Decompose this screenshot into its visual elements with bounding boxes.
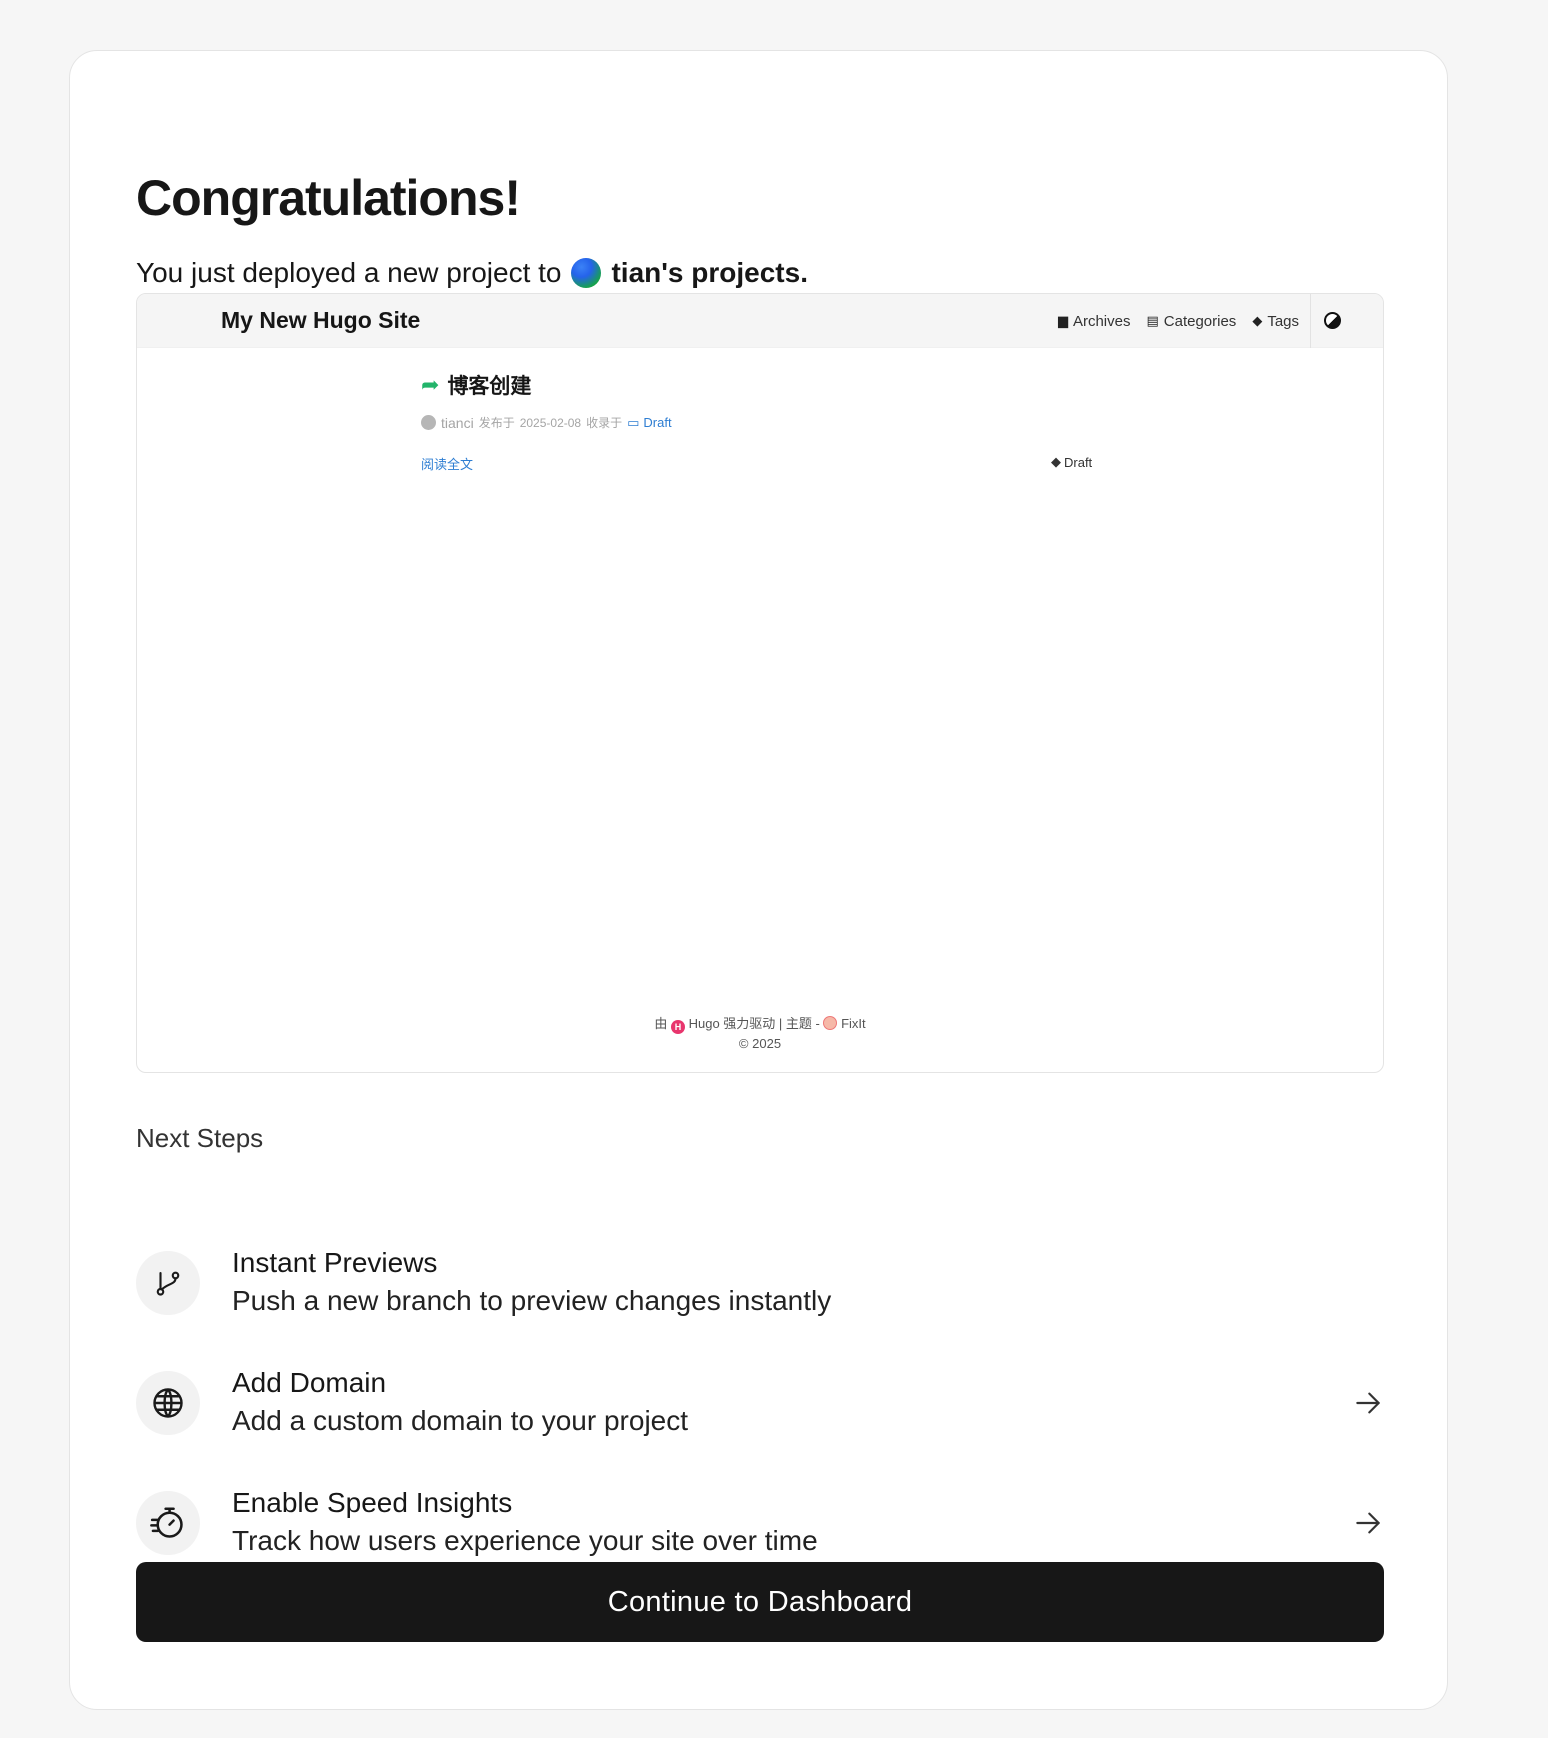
next-step-instant-previews: Instant Previews Push a new branch to pr… bbox=[136, 1247, 1384, 1317]
arrow-right-icon[interactable] bbox=[1352, 1387, 1384, 1424]
deployment-preview[interactable]: My New Hugo Site ▆ Archives ▤ Categories… bbox=[136, 293, 1384, 1073]
preview-post-title: ➦ 博客创建 bbox=[421, 372, 532, 398]
preview-category-label: 收录于 bbox=[586, 416, 623, 430]
globe-icon bbox=[136, 1371, 200, 1435]
theme-toggle-icon bbox=[1324, 312, 1341, 329]
preview-site-title: My New Hugo Site bbox=[221, 307, 421, 333]
copyright-icon: © bbox=[738, 1036, 749, 1051]
page-title: Congratulations! bbox=[136, 170, 521, 226]
tags-icon: ◆ bbox=[1252, 313, 1263, 328]
arrow-right-icon[interactable] bbox=[1352, 1507, 1384, 1544]
preview-post-category: ▭ Draft bbox=[627, 414, 672, 431]
preview-site-footer: 由 H Hugo 强力驱动 | 主题 - FixIt © 2025 bbox=[137, 1014, 1383, 1053]
step-title: Enable Speed Insights bbox=[232, 1487, 513, 1518]
preview-published-label: 发布于 bbox=[478, 416, 515, 430]
step-description: Track how users experience your site ove… bbox=[232, 1525, 818, 1556]
hugo-logo-icon: H bbox=[670, 1020, 685, 1034]
preview-site-header: My New Hugo Site ▆ Archives ▤ Categories… bbox=[137, 294, 1383, 348]
user-circle-icon bbox=[421, 415, 436, 430]
deploy-subtitle: You just deployed a new project to tian'… bbox=[136, 257, 808, 289]
preview-post-date: 2025-02-08 bbox=[519, 415, 582, 430]
preview-copyright: © 2025 bbox=[738, 1036, 782, 1051]
folder-tree-icon: ▤ bbox=[1146, 313, 1159, 328]
step-description: Add a custom domain to your project bbox=[232, 1405, 689, 1436]
team-name: tian's projects. bbox=[611, 257, 808, 288]
folder-icon: ▭ bbox=[627, 414, 640, 430]
step-title: Add Domain bbox=[232, 1367, 387, 1398]
continue-to-dashboard-button[interactable]: Continue to Dashboard bbox=[136, 1562, 1384, 1642]
fixit-logo-icon bbox=[823, 1016, 838, 1030]
next-steps-heading: Next Steps bbox=[136, 1123, 264, 1153]
tag-icon: ◆ bbox=[1051, 454, 1061, 469]
next-step-speed-insights[interactable]: Enable Speed Insights Track how users ex… bbox=[136, 1487, 1384, 1557]
git-branch-icon bbox=[136, 1251, 200, 1315]
preview-nav-tags: ◆ Tags bbox=[1252, 312, 1299, 330]
share-arrow-icon: ➦ bbox=[421, 372, 440, 397]
preview-read-more-link: 阅读全文 bbox=[421, 457, 474, 472]
team-avatar-icon bbox=[571, 258, 602, 288]
deployment-success-card: Congratulations! You just deployed a new… bbox=[69, 50, 1448, 1710]
subtitle-text: You just deployed a new project to bbox=[136, 257, 562, 288]
preview-post-tag: ◆ Draft bbox=[1051, 454, 1093, 470]
stopwatch-icon bbox=[136, 1491, 200, 1555]
step-title: Instant Previews bbox=[232, 1247, 438, 1278]
archive-icon: ▆ bbox=[1057, 313, 1068, 328]
preview-nav-archives: ▆ Archives bbox=[1057, 312, 1131, 330]
preview-site-nav: ▆ Archives ▤ Categories ◆ Tags bbox=[1058, 294, 1299, 348]
next-step-add-domain[interactable]: Add Domain Add a custom domain to your p… bbox=[136, 1367, 1384, 1437]
preview-nav-categories: ▤ Categories bbox=[1146, 312, 1237, 330]
step-description: Push a new branch to preview changes ins… bbox=[232, 1285, 832, 1316]
preview-nav-divider bbox=[1310, 294, 1311, 348]
preview-post-meta: tianci 发布于 2025-02-08 收录于 ▭ Draft bbox=[421, 414, 672, 431]
preview-powered-by: 由 H Hugo 强力驱动 | 主题 - FixIt bbox=[654, 1016, 866, 1034]
preview-post-author: tianci bbox=[441, 414, 474, 431]
